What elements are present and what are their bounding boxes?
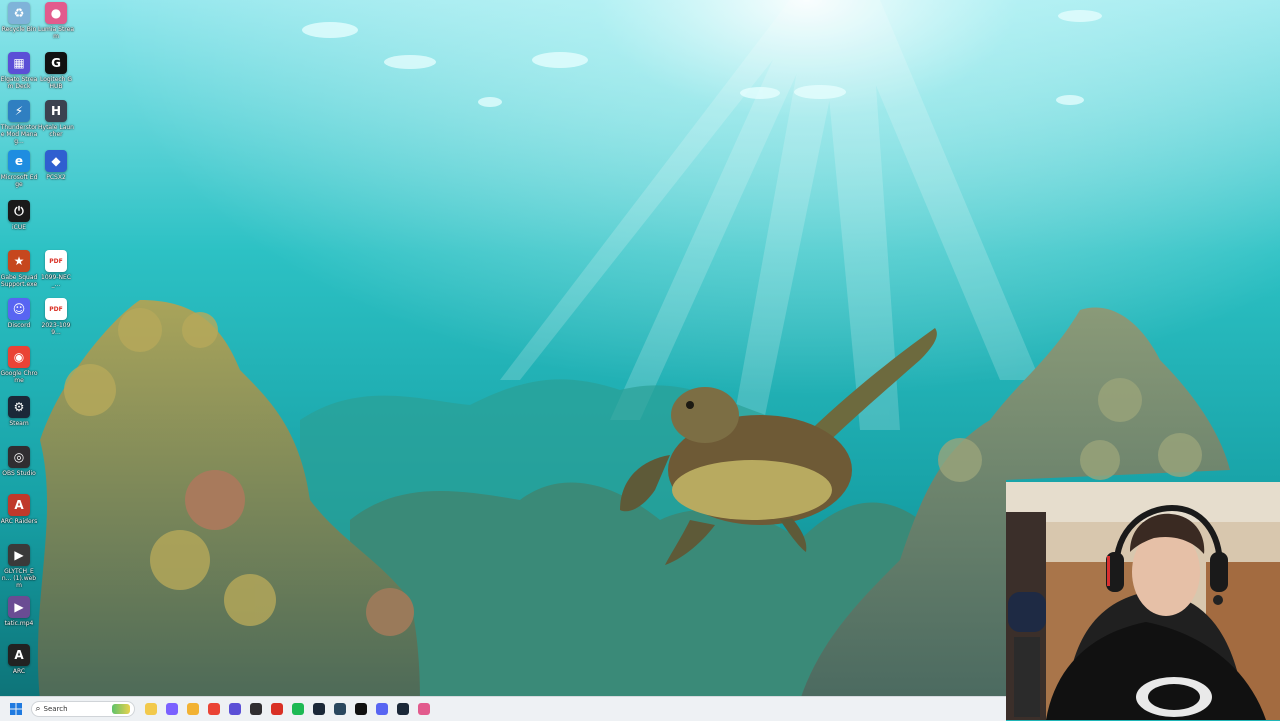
logitech-g-icon: G <box>45 52 67 74</box>
desktop-icon[interactable]: ▦ Elgato Stream Deck <box>0 52 38 90</box>
windows-logo-icon <box>10 703 22 715</box>
taskbar-folder-icon[interactable] <box>183 699 203 719</box>
obs-icon: ◎ <box>8 446 30 468</box>
spotify-icon <box>292 703 304 715</box>
desktop-icon-label: 2023-1099... <box>41 322 71 336</box>
stream-deck-icon: ▦ <box>8 52 30 74</box>
discord-icon <box>376 703 388 715</box>
desktop-icon-label: Elgato Stream Deck <box>0 76 38 90</box>
desktop-icon-label: iCUE <box>11 224 27 231</box>
logitech-icon <box>355 703 367 715</box>
desktop-icon[interactable]: G Logitech G HUB <box>37 52 75 90</box>
pcsx2-icon: ◆ <box>45 150 67 172</box>
folder-icon <box>187 703 199 715</box>
file-explorer-icon <box>145 703 157 715</box>
edge-icon: e <box>8 150 30 172</box>
desktop-icon-label: Microsoft Edge <box>0 174 38 188</box>
taskbar-lumia-icon[interactable] <box>414 699 434 719</box>
video-file-icon: ▶ <box>8 544 30 566</box>
desktop-icon-label: 1099-NEC_... <box>41 274 71 288</box>
acrobat-icon <box>271 703 283 715</box>
desktop-icon-label: Logitech G HUB <box>39 76 73 90</box>
chrome-icon: ◉ <box>8 346 30 368</box>
taskbar-chrome-icon[interactable] <box>204 699 224 719</box>
video-file-icon: ▶ <box>8 596 30 618</box>
taskbar-search-box[interactable]: ⌕ Search <box>30 701 135 717</box>
desktop-icon-label: Google Chrome <box>0 370 38 384</box>
desktop-icon[interactable]: ◉ Google Chrome <box>0 346 38 384</box>
obs-icon <box>250 703 262 715</box>
lumia-icon <box>418 703 430 715</box>
desktop-icon[interactable]: ⚙ Steam <box>0 396 38 427</box>
desktop-icon[interactable]: e Microsoft Edge <box>0 150 38 188</box>
taskbar-obs-icon[interactable] <box>246 699 266 719</box>
desktop-icon[interactable]: ♻ Recycle Bin <box>0 2 38 33</box>
desktop-icon[interactable]: ● Lumia Stream <box>37 2 75 40</box>
desktop-icon-label: Gabe Squad Support.exe <box>0 274 38 288</box>
desktop-icon-label: Discord <box>7 322 31 329</box>
thunderstore-icon: ⚡ <box>8 100 30 122</box>
desktop-icon-label: PCSX2 <box>46 174 66 181</box>
desktop-icon-label: Recycle Bin <box>1 26 37 33</box>
taskbar-pinned-apps <box>141 699 435 719</box>
steam-icon <box>313 703 325 715</box>
start-button[interactable] <box>6 699 26 719</box>
search-icon: ⌕ <box>35 704 41 714</box>
lumia-pin-icon: ● <box>45 2 67 24</box>
discord-icon: ☺ <box>8 298 30 320</box>
desktop-icon[interactable]: A ARC Raiders <box>0 494 38 525</box>
desktop-icon[interactable]: PDF 1099-NEC_... <box>37 250 75 288</box>
taskbar-copilot-icon[interactable] <box>162 699 182 719</box>
desktop-icon-label: Hytale Launcher <box>38 124 74 138</box>
steam-3-icon <box>397 703 409 715</box>
taskbar-discord-icon[interactable] <box>372 699 392 719</box>
pdf-icon: PDF <box>45 250 67 272</box>
desktop-icon[interactable]: ◆ PCSX2 <box>37 150 75 181</box>
taskbar: ⌕ Search <box>0 696 1006 721</box>
taskbar-stream-deck-icon[interactable] <box>225 699 245 719</box>
chrome-icon <box>208 703 220 715</box>
desktop-icon[interactable]: ◎ OBS Studio <box>0 446 38 477</box>
steam-icon: ⚙ <box>8 396 30 418</box>
desktop-icon-label: Lumia Stream <box>38 26 74 40</box>
desktop-icon-label: OBS Studio <box>2 470 36 477</box>
desktop-icon[interactable]: ▶ GLYTCH_En... (1).webm <box>0 544 38 589</box>
stream-deck-icon <box>229 703 241 715</box>
desktop-icon[interactable]: ★ Gabe Squad Support.exe <box>0 250 38 288</box>
desktop-icon[interactable]: ☺ Discord <box>0 298 38 329</box>
desktop-icon[interactable]: ⚡ Thunderstore Mod Manag... <box>0 100 38 145</box>
webcam-overlay <box>1006 482 1280 720</box>
taskbar-acrobat-icon[interactable] <box>267 699 287 719</box>
desktop-icon-label: GLYTCH_En... (1).webm <box>1 568 37 589</box>
search-placeholder: Search <box>43 705 68 713</box>
taskbar-file-explorer-icon[interactable] <box>141 699 161 719</box>
desktop-icon[interactable]: H Hytale Launcher <box>37 100 75 138</box>
icue-icon: ⏻ <box>8 200 30 222</box>
arc-icon: A <box>8 644 30 666</box>
hytale-icon: H <box>45 100 67 122</box>
taskbar-steam-2-icon[interactable] <box>330 699 350 719</box>
steam-2-icon <box>334 703 346 715</box>
arc-raiders-icon: A <box>8 494 30 516</box>
desktop-icon[interactable]: PDF 2023-1099... <box>37 298 75 336</box>
taskbar-steam-3-icon[interactable] <box>393 699 413 719</box>
desktop-icon[interactable]: A ARC <box>0 644 38 675</box>
desktop-icon[interactable]: ▶ tatic.mp4 <box>0 596 38 627</box>
recycle-bin-icon: ♻ <box>8 2 30 24</box>
copilot-icon <box>166 703 178 715</box>
gabe-squad-icon: ★ <box>8 250 30 272</box>
search-highlight-icon <box>111 704 130 714</box>
desktop-icon-label: Steam <box>9 420 29 427</box>
desktop-icon[interactable]: ⏻ iCUE <box>0 200 38 231</box>
desktop-icon-label: tatic.mp4 <box>4 620 34 627</box>
desktop-icon-label: Thunderstore Mod Manag... <box>0 124 38 145</box>
taskbar-steam-icon[interactable] <box>309 699 329 719</box>
pdf-icon: PDF <box>45 298 67 320</box>
desktop-icon-label: ARC Raiders <box>0 518 38 525</box>
taskbar-logitech-icon[interactable] <box>351 699 371 719</box>
desktop-icon-label: ARC <box>12 668 26 675</box>
taskbar-spotify-icon[interactable] <box>288 699 308 719</box>
